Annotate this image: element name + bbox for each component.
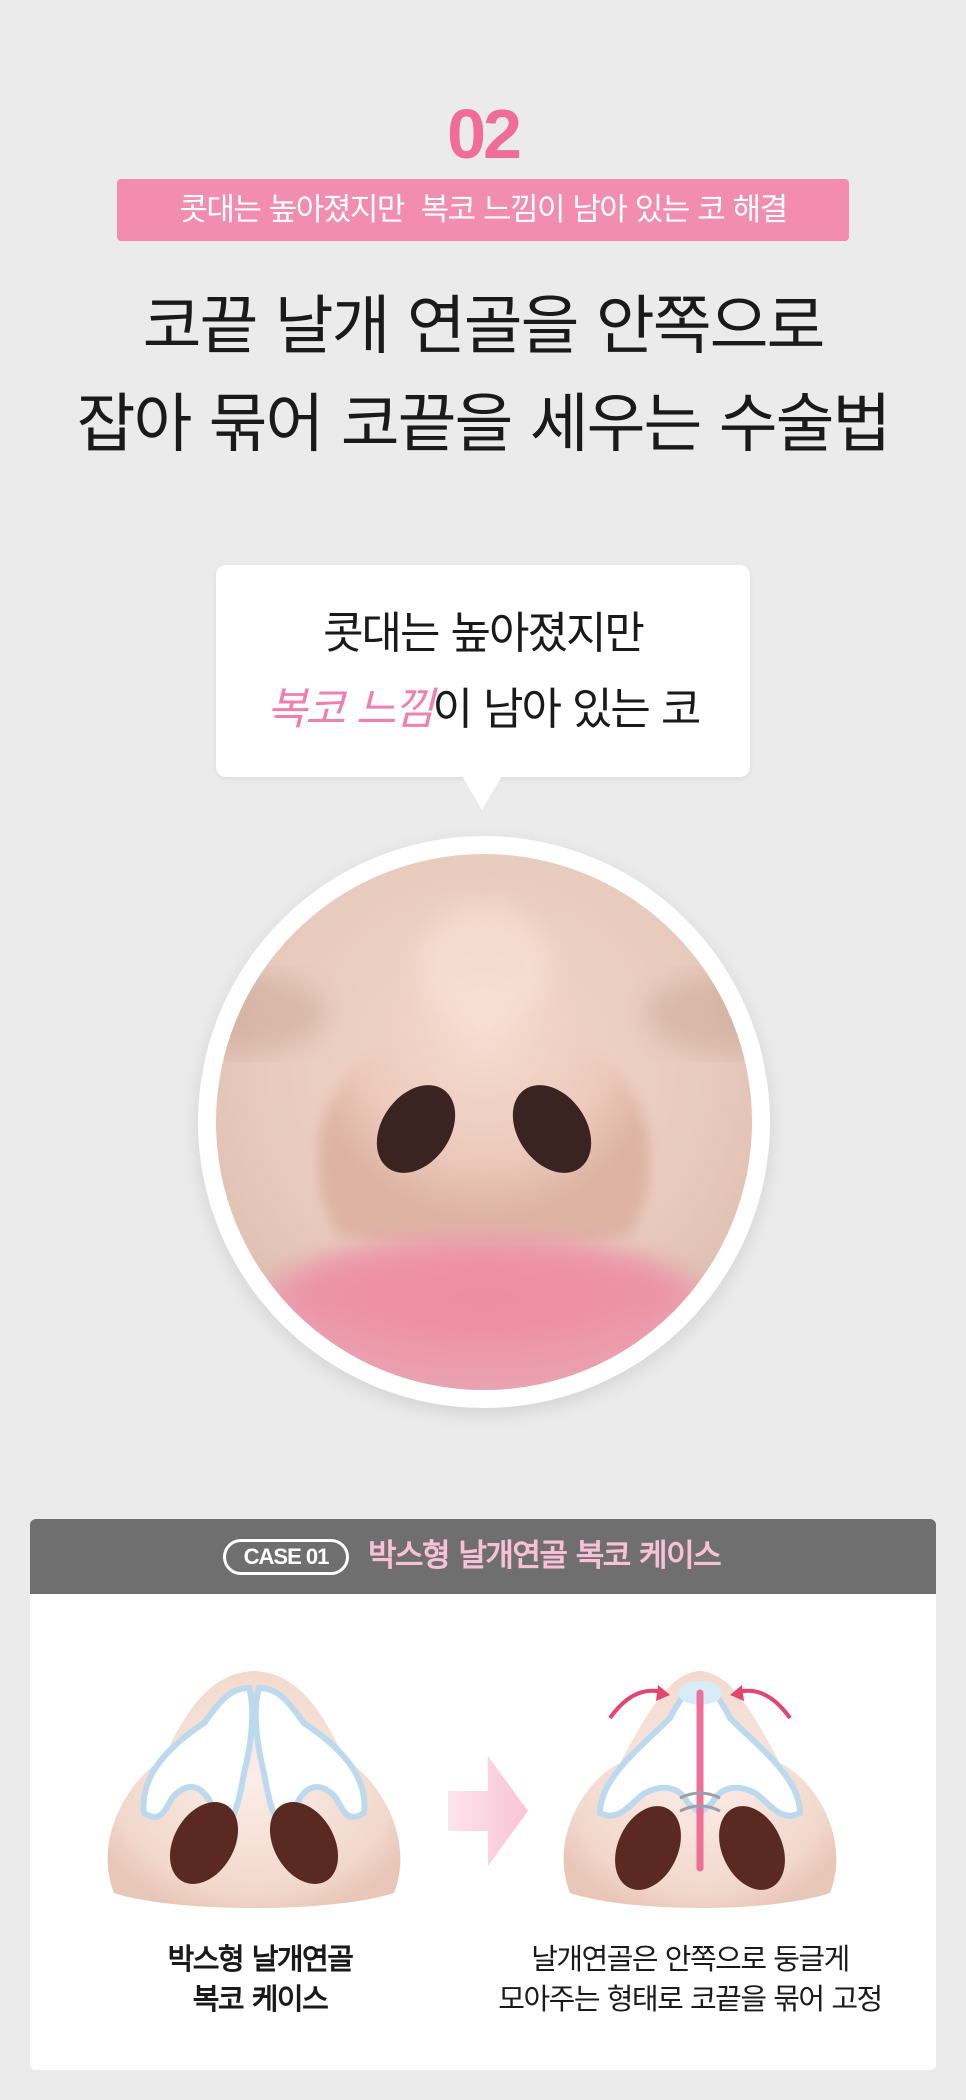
- nose-photo: [216, 854, 752, 1390]
- bubble-highlight-text: 복코 느낌: [266, 684, 435, 735]
- bubble-line-2: 복코 느낌이 남아 있는 코: [216, 681, 750, 739]
- bubble-line-2-rest: 이 남아 있는 코: [432, 684, 702, 735]
- speech-bubble-tail: [462, 776, 502, 810]
- case-title: 박스형 날개연골 복코 케이스: [368, 1538, 722, 1574]
- nose-diagram-before: [107, 1671, 401, 1908]
- arrow-right-icon: [448, 1756, 528, 1866]
- page-headline: 코끝 날개 연골을 안쪽으로 잡아 묶어 코끝을 세우는 수술법: [0, 278, 966, 474]
- nose-illustration: [216, 854, 752, 1390]
- speech-bubble: 콧대는 높아졌지만 복코 느낌이 남아 있는 코: [216, 565, 750, 777]
- nose-photo-frame: [198, 836, 770, 1408]
- before-caption-line-1: 박스형 날개연골: [167, 1942, 354, 1976]
- before-caption-line-2: 복코 케이스: [192, 1982, 329, 2016]
- after-caption-line-1: 날개연골은 안쪽으로 둥글게: [531, 1942, 850, 1976]
- before-caption: 박스형 날개연골 복코 케이스: [110, 1939, 410, 2019]
- case-badge: CASE 01: [223, 1539, 349, 1575]
- after-caption: 날개연골은 안쪽으로 둥글게 모아주는 형태로 코끝을 묶어 고정: [470, 1939, 910, 2019]
- section-number: 02: [447, 95, 522, 173]
- nose-diagram-after: [563, 1671, 837, 1908]
- bubble-line-1: 콧대는 높아졌지만: [323, 608, 645, 659]
- after-caption-line-2: 모아주는 형태로 코끝을 묶어 고정: [498, 1982, 883, 2016]
- section-subtitle-banner: 콧대는 높아졌지만 복코 느낌이 남아 있는 코 해결: [117, 179, 849, 241]
- case-card: CASE 01 박스형 날개연골 복코 케이스 박스형 날개연골 복코 케이스 …: [30, 1519, 936, 2070]
- headline-line-1: 코끝 날개 연골을 안쪽으로: [142, 290, 826, 364]
- case-header: CASE 01 박스형 날개연골 복코 케이스: [30, 1519, 936, 1594]
- headline-line-2: 잡아 묶어 코끝을 세우는 수술법: [76, 388, 892, 462]
